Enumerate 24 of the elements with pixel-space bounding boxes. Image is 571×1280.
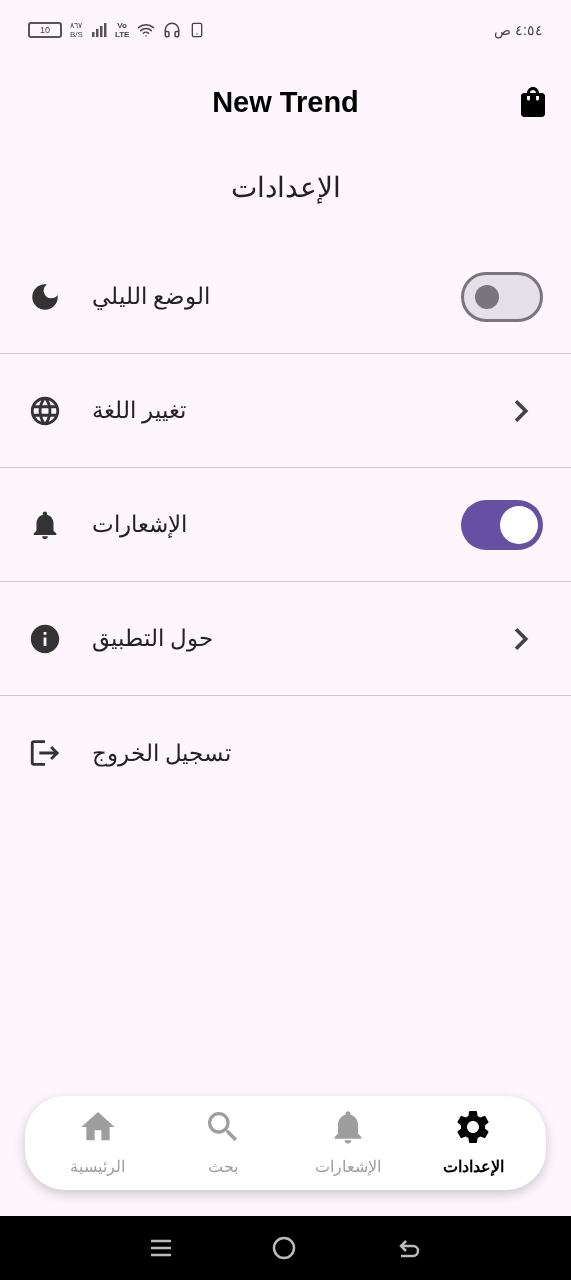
setting-label: تغيير اللغة	[92, 396, 188, 426]
nav-tab[interactable]: الإعدادات	[418, 1107, 529, 1179]
network-speed: ٨٦٧	[70, 21, 83, 30]
toggle-switch[interactable]	[461, 271, 543, 322]
clock: ٤:٥٤ ص	[494, 20, 543, 41]
wifi-icon	[137, 21, 156, 39]
home-circle-icon[interactable]	[272, 1236, 297, 1260]
page-title: الإعدادات	[230, 171, 341, 206]
setting-label: حول التطبيق	[92, 624, 215, 654]
setting-label: الإشعارات	[92, 510, 188, 540]
setting-label: تسجيل الخروج	[92, 738, 233, 769]
setting-label: الوضع الليلي	[92, 282, 212, 312]
headphones-icon	[163, 21, 182, 39]
app-title: New Trend	[212, 85, 359, 121]
nav-tab[interactable]: الإشعارات	[293, 1107, 404, 1179]
battery-level: 10	[40, 25, 50, 35]
nav-tab[interactable]: بحث	[167, 1107, 278, 1179]
network-type: LTE	[114, 30, 130, 39]
signal-icon	[90, 22, 107, 38]
toggle-switch[interactable]	[461, 499, 543, 550]
nav-tab[interactable]: الرئيسية	[42, 1107, 153, 1179]
network-type: Vo	[117, 21, 127, 30]
speed-unit: B/S	[70, 30, 83, 39]
menu-icon[interactable]	[150, 1238, 173, 1258]
